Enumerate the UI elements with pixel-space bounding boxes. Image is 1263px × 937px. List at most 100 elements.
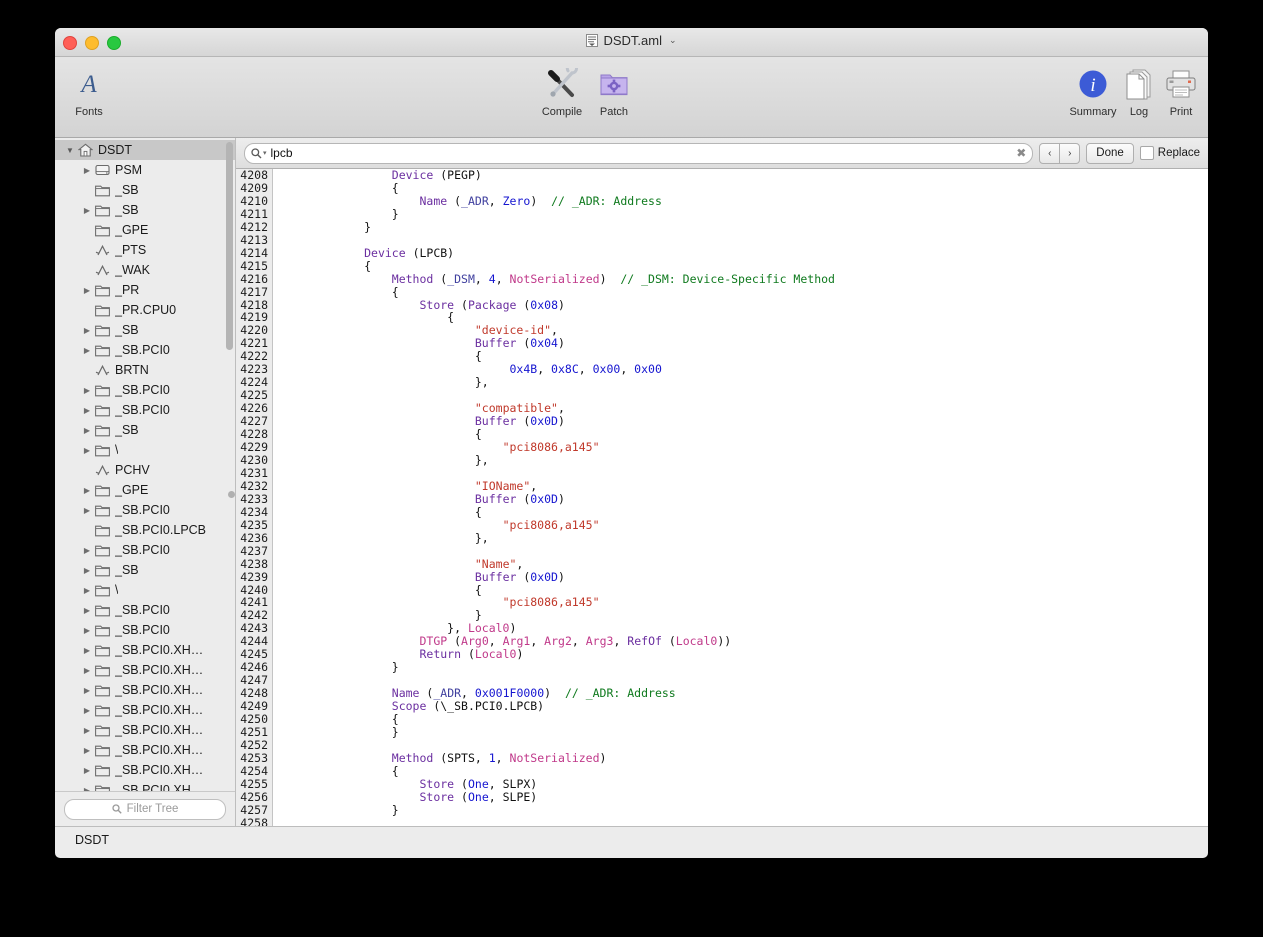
twisty-closed-icon[interactable]: ▶ bbox=[80, 786, 94, 792]
code-line[interactable]: Device (PEGP) bbox=[281, 169, 1208, 182]
tree-item[interactable]: ▶ _SB bbox=[55, 420, 235, 440]
code-line[interactable]: }, bbox=[281, 376, 1208, 389]
tree-item[interactable]: ▶ _SB bbox=[55, 320, 235, 340]
tree-item[interactable]: ▶ \ bbox=[55, 440, 235, 460]
twisty-closed-icon[interactable]: ▶ bbox=[80, 586, 94, 595]
code-line[interactable]: }, bbox=[281, 453, 1208, 467]
twisty-closed-icon[interactable]: ▶ bbox=[80, 386, 94, 395]
tree-item[interactable]: ▶ _SB.PCI0 bbox=[55, 500, 235, 520]
tree-item[interactable]: ▶ _SB.PCI0.XH… bbox=[55, 660, 235, 680]
twisty-closed-icon[interactable]: ▶ bbox=[80, 286, 94, 295]
summary-button[interactable]: i Summary bbox=[1062, 63, 1124, 118]
method-icon bbox=[94, 364, 111, 377]
code-line[interactable]: Return (Local0) bbox=[281, 648, 1208, 661]
twisty-closed-icon[interactable]: ▶ bbox=[80, 626, 94, 635]
code-line[interactable]: } bbox=[281, 803, 1208, 817]
tree-item[interactable]: ▶ \ bbox=[55, 580, 235, 600]
code-line[interactable]: } bbox=[281, 207, 1208, 221]
twisty-closed-icon[interactable]: ▶ bbox=[80, 646, 94, 655]
sidebar-scrollbar[interactable] bbox=[226, 142, 233, 350]
split-divider-handle[interactable] bbox=[228, 491, 235, 498]
tree-item[interactable]: _GPE bbox=[55, 220, 235, 240]
code-line[interactable]: }, bbox=[281, 531, 1208, 545]
tree-item[interactable]: ▶ _SB bbox=[55, 560, 235, 580]
twisty-closed-icon[interactable]: ▶ bbox=[80, 726, 94, 735]
tree-item[interactable]: _SB bbox=[55, 180, 235, 200]
tree-item[interactable]: ▶ _SB.PCI0.XH… bbox=[55, 720, 235, 740]
tree-item[interactable]: ▶ _SB.PCI0.XH… bbox=[55, 780, 235, 791]
replace-checkbox[interactable] bbox=[1139, 146, 1154, 160]
clear-circle-icon[interactable]: ✖ bbox=[1016, 146, 1026, 160]
filter-tree-input[interactable]: Filter Tree bbox=[64, 798, 226, 820]
compile-button[interactable]: Compile bbox=[531, 63, 593, 118]
twisty-closed-icon[interactable]: ▶ bbox=[80, 746, 94, 755]
code-line[interactable]: { bbox=[281, 713, 1208, 726]
twisty-closed-icon[interactable]: ▶ bbox=[80, 546, 94, 555]
twisty-closed-icon[interactable]: ▶ bbox=[80, 406, 94, 415]
code-lines[interactable]: Device (PEGP) { Name (_ADR, Zero) // _AD… bbox=[273, 169, 1208, 826]
tree-item[interactable]: ▶ _SB.PCI0.XH… bbox=[55, 640, 235, 660]
search-input[interactable]: ▾ lpcb ✖ bbox=[244, 142, 1034, 164]
chevron-down-icon[interactable]: ⌄ bbox=[669, 35, 677, 46]
code-view[interactable]: 4208 4209 4210 4211 4212 4213 4214 4215 4216 4217… bbox=[236, 169, 1208, 826]
tree-item[interactable]: _PR.CPU0 bbox=[55, 300, 235, 320]
log-button[interactable]: Log bbox=[1116, 63, 1162, 118]
twisty-closed-icon[interactable]: ▶ bbox=[80, 426, 94, 435]
twisty-closed-icon[interactable]: ▶ bbox=[80, 766, 94, 775]
twisty-closed-icon[interactable]: ▶ bbox=[80, 706, 94, 715]
code-line[interactable]: Method (SPTS, 1, NotSerialized) bbox=[281, 751, 1208, 765]
twisty-closed-icon[interactable]: ▶ bbox=[80, 486, 94, 495]
tree-item[interactable]: ▶ _SB.PCI0 bbox=[55, 340, 235, 360]
print-button[interactable]: Print bbox=[1158, 63, 1204, 118]
find-next-button[interactable]: › bbox=[1060, 142, 1081, 164]
tree-item[interactable]: ▶ _SB.PCI0 bbox=[55, 620, 235, 640]
code-line[interactable]: } bbox=[281, 661, 1208, 674]
code-line[interactable] bbox=[281, 817, 1208, 826]
tree-item[interactable]: _SB.PCI0.LPCB bbox=[55, 520, 235, 540]
tree-item[interactable]: ▶ _SB.PCI0 bbox=[55, 400, 235, 420]
folder-icon bbox=[94, 724, 111, 737]
twisty-closed-icon[interactable]: ▶ bbox=[80, 326, 94, 335]
tree-item[interactable]: ▶ _SB.PCI0 bbox=[55, 600, 235, 620]
tree-item[interactable]: ▶ _PR bbox=[55, 280, 235, 300]
replace-toggle[interactable]: Replace bbox=[1139, 146, 1200, 160]
tree-item[interactable]: ▶ _SB.PCI0.XH… bbox=[55, 760, 235, 780]
twisty-closed-icon[interactable]: ▶ bbox=[80, 506, 94, 515]
tree-item[interactable]: ▶ _SB.PCI0 bbox=[55, 540, 235, 560]
tree-item[interactable]: ▶ _SB.PCI0.XH… bbox=[55, 700, 235, 720]
find-previous-button[interactable]: ‹ bbox=[1039, 142, 1061, 164]
acpi-tree[interactable]: ▼ DSDT ▶ PSM _SB ▶ _SB _GPE _PTS _WAK ▶ _PR _PR.CPU0… bbox=[55, 138, 235, 791]
tree-item[interactable]: ▶ _SB bbox=[55, 200, 235, 220]
tree-item[interactable]: ▶ _SB.PCI0.XH… bbox=[55, 740, 235, 760]
code-line[interactable]: } bbox=[281, 726, 1208, 739]
done-button[interactable]: Done bbox=[1086, 142, 1134, 164]
twisty-closed-icon[interactable]: ▶ bbox=[80, 166, 94, 175]
tree-item[interactable]: ▶ PSM bbox=[55, 160, 235, 180]
twisty-closed-icon[interactable]: ▶ bbox=[80, 606, 94, 615]
twisty-closed-icon[interactable]: ▶ bbox=[80, 566, 94, 575]
tree-item[interactable]: BRTN bbox=[55, 360, 235, 380]
fonts-button[interactable]: A Fonts bbox=[58, 63, 120, 118]
tree-item[interactable]: ▶ _SB.PCI0 bbox=[55, 380, 235, 400]
twisty-closed-icon[interactable]: ▶ bbox=[80, 686, 94, 695]
tree-item[interactable]: PCHV bbox=[55, 460, 235, 480]
twisty-open-icon[interactable]: ▼ bbox=[63, 146, 77, 155]
search-icon[interactable]: ▾ bbox=[251, 147, 267, 159]
code-line[interactable]: Method (_DSM, 4, NotSerialized) // _DSM:… bbox=[281, 272, 1208, 286]
patch-button[interactable]: Patch bbox=[586, 63, 642, 118]
code-line[interactable]: Scope (\_SB.PCI0.LPCB) bbox=[281, 700, 1208, 713]
twisty-closed-icon[interactable]: ▶ bbox=[80, 346, 94, 355]
tree-item[interactable]: ▶ _GPE bbox=[55, 480, 235, 500]
twisty-closed-icon[interactable]: ▶ bbox=[80, 206, 94, 215]
document-title[interactable]: DSDT.aml ⌄ bbox=[55, 33, 1208, 48]
twisty-closed-icon[interactable]: ▶ bbox=[80, 446, 94, 455]
tree-item[interactable]: _PTS bbox=[55, 240, 235, 260]
code-line[interactable]: } bbox=[281, 220, 1208, 234]
tree-root-item[interactable]: ▼ DSDT bbox=[55, 140, 235, 160]
tree-item[interactable]: ▶ _SB.PCI0.XH… bbox=[55, 680, 235, 700]
twisty-closed-icon[interactable]: ▶ bbox=[80, 666, 94, 675]
code-line[interactable]: Device (LPCB) bbox=[281, 246, 1208, 260]
code-line[interactable]: Store (One, SLPE) bbox=[281, 790, 1208, 804]
code-line[interactable]: Name (_ADR, Zero) // _ADR: Address bbox=[281, 194, 1208, 208]
tree-item[interactable]: _WAK bbox=[55, 260, 235, 280]
